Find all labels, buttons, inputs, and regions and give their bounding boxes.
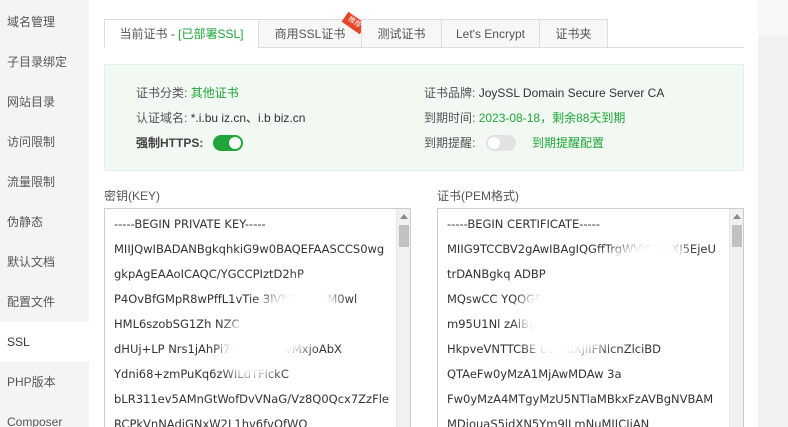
sidebar-item-php-version[interactable]: PHP版本 bbox=[0, 362, 89, 402]
sidebar: 域名管理 子目录绑定 网站目录 访问限制 流量限制 伪静态 默认文档 配置文件 … bbox=[0, 0, 89, 427]
cert-scrollbar[interactable] bbox=[729, 209, 743, 427]
brand-label: 证书品牌: bbox=[424, 86, 476, 100]
scroll-up-icon[interactable] bbox=[400, 214, 408, 219]
key-line: HML6szobSG1Zh NZC bbox=[114, 317, 240, 331]
expire-label: 到期时间: bbox=[424, 111, 476, 125]
key-label: 密钥(KEY) bbox=[104, 189, 161, 203]
tab-current-cert-status: [已部署SSL] bbox=[178, 27, 244, 41]
sidebar-item-config-file[interactable]: 配置文件 bbox=[0, 282, 89, 322]
force-https-label: 强制HTTPS: bbox=[136, 136, 204, 150]
tab-lets-encrypt[interactable]: Let's Encrypt bbox=[441, 19, 540, 48]
key-line: MIIJQwIBADANBgkqhkiG9w0BAQEFAASCCS0wg bbox=[114, 242, 385, 256]
tab-commercial-ssl-label: 商用SSL证书 bbox=[274, 27, 346, 41]
expire-value: 2023-08-18，剩余88天到期 bbox=[478, 111, 626, 125]
cert-line: MDiouaS5idXN5Ym9lLmNuMIICIjAN bbox=[447, 417, 650, 427]
cert-type-label: 证书分类: bbox=[136, 86, 188, 100]
brand-value: JoySSL Domain Secure Server CA bbox=[478, 86, 665, 100]
cert-line: Fw0yMzA4MTgyMzU5NTlaMBkxFzAVBgNVBAM bbox=[447, 392, 714, 406]
cert-label: 证书(PEM格式) bbox=[437, 189, 519, 203]
sidebar-item-subdir[interactable]: 子目录绑定 bbox=[0, 42, 89, 82]
sidebar-item-composer[interactable]: Composer bbox=[0, 402, 89, 427]
remind-label: 到期提醒: bbox=[424, 136, 476, 150]
key-line: -----BEGIN PRIVATE KEY----- bbox=[114, 217, 266, 231]
key-line: gkpAgEAAoICAQC/YGCCPIztD2hP bbox=[114, 267, 304, 281]
sidebar-item-domain[interactable]: 域名管理 bbox=[0, 2, 89, 42]
scroll-thumb[interactable] bbox=[399, 225, 409, 247]
right-gutter bbox=[758, 0, 788, 427]
remind-config-link[interactable]: 到期提醒配置 bbox=[532, 136, 604, 150]
cert-type-value: 其他证书 bbox=[190, 86, 239, 100]
tab-current-cert[interactable]: 当前证书 - [已部署SSL] bbox=[104, 19, 259, 48]
sidebar-item-site-dir[interactable]: 网站目录 bbox=[0, 82, 89, 122]
cert-textarea[interactable]: -----BEGIN CERTIFICATE----- MIIG9TCCBV2g… bbox=[437, 208, 744, 427]
key-scrollbar[interactable] bbox=[396, 209, 410, 427]
sidebar-item-default-doc[interactable]: 默认文档 bbox=[0, 242, 89, 282]
sidebar-item-access-limit[interactable]: 访问限制 bbox=[0, 122, 89, 162]
tab-cert-folder[interactable]: 证书夹 bbox=[539, 19, 608, 48]
domains-label: 认证域名: bbox=[136, 111, 188, 125]
tab-commercial-ssl[interactable]: 商用SSL证书 推荐 bbox=[258, 11, 367, 48]
tab-current-cert-label: 当前证书 - bbox=[119, 27, 179, 41]
key-textarea[interactable]: -----BEGIN PRIVATE KEY----- MIIJQwIBADAN… bbox=[104, 208, 411, 427]
cert-line: trDANBgkq ADBP bbox=[447, 267, 546, 281]
sidebar-item-rewrite[interactable]: 伪静态 bbox=[0, 202, 89, 242]
key-line: bLR311ev5AMnGtWofDvVNaG/Vz8Q0Qcx7ZzFle bbox=[114, 392, 389, 406]
domains-value: *.i.bu iz.cn、i.b biz.cn bbox=[190, 111, 306, 125]
force-https-toggle[interactable] bbox=[213, 135, 243, 151]
sidebar-item-traffic-limit[interactable]: 流量限制 bbox=[0, 162, 89, 202]
key-line: RCPkVnNAdiGNxW2L1hv6fvOfWQ bbox=[114, 417, 308, 427]
cert-line: -----BEGIN CERTIFICATE----- bbox=[447, 217, 600, 231]
cert-info-panel: 证书分类: 其他证书 认证域名: *.i.bu iz.cn、i.b biz.cn… bbox=[104, 64, 744, 171]
remind-toggle[interactable] bbox=[486, 135, 516, 151]
scroll-thumb[interactable] bbox=[732, 225, 742, 247]
sidebar-item-ssl[interactable]: SSL bbox=[0, 322, 89, 362]
scroll-up-icon[interactable] bbox=[733, 214, 741, 219]
tab-test-cert[interactable]: 测试证书 bbox=[361, 19, 442, 48]
cert-line: QTAeFw0yMzA1MjAwMDAw 3a bbox=[447, 367, 622, 381]
